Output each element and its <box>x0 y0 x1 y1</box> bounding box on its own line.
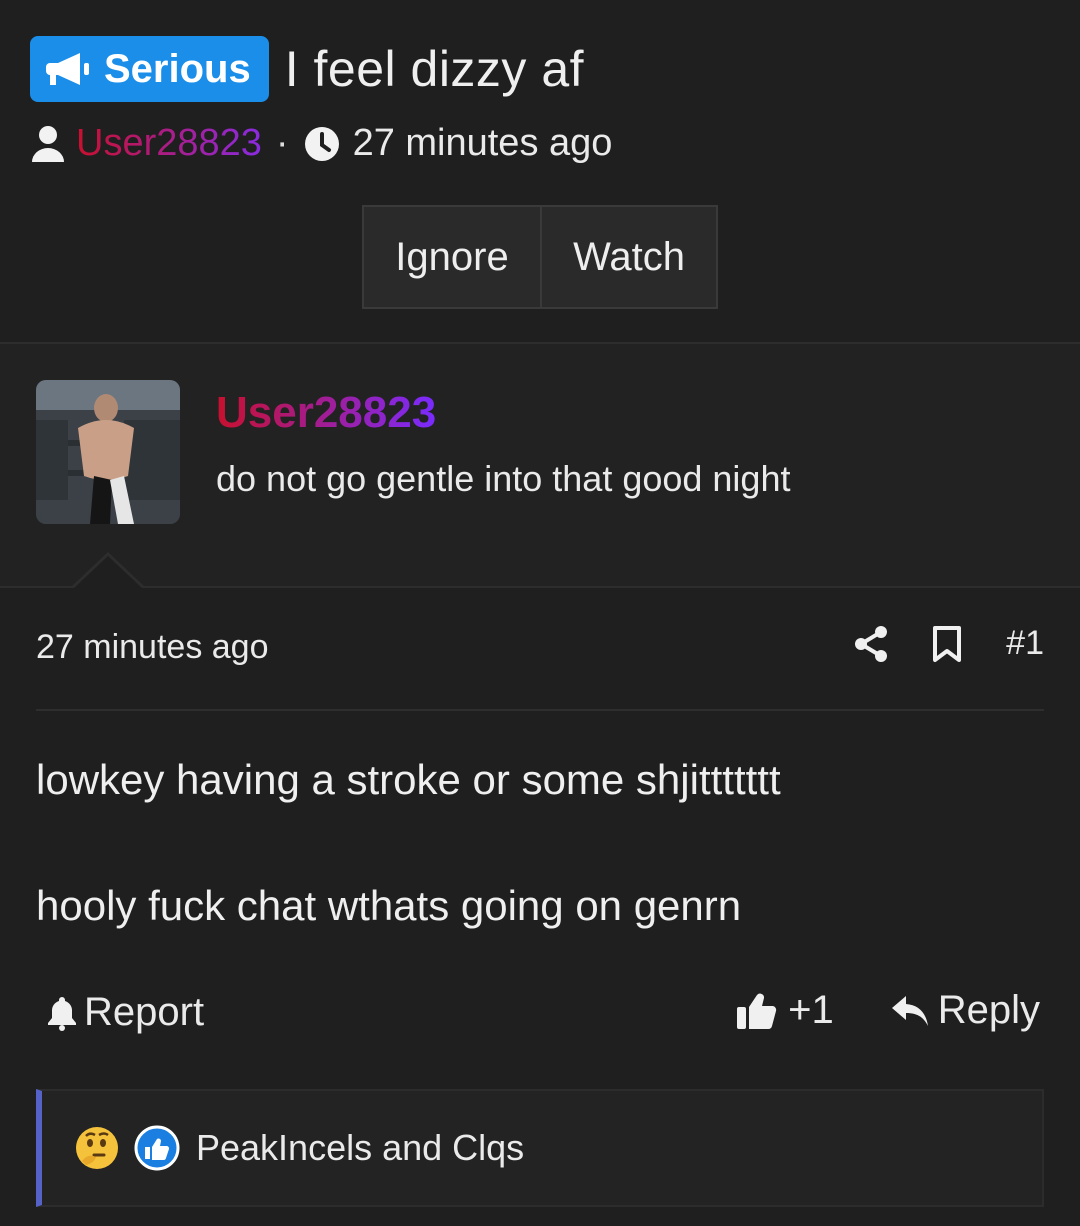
post-time[interactable]: 27 minutes ago <box>36 628 269 667</box>
post-author-block: User28823 do not go gentle into that goo… <box>0 344 1080 586</box>
post-number-link[interactable]: #1 <box>1006 624 1044 663</box>
bookmark-icon[interactable] <box>932 625 962 663</box>
user-icon <box>32 125 64 162</box>
prefix-label: Serious <box>104 46 251 91</box>
reply-button[interactable]: Reply <box>890 988 1040 1033</box>
reply-label: Reply <box>937 988 1040 1032</box>
post-body-line: hooly fuck chat wthats going on genrn <box>36 882 742 929</box>
like-count: +1 <box>788 988 834 1032</box>
ignore-button[interactable]: Ignore <box>362 205 542 309</box>
message-arrow-inner <box>74 556 142 588</box>
bell-icon <box>48 996 76 1031</box>
post-top-actions: #1 <box>854 624 1044 663</box>
thread-time[interactable]: 27 minutes ago <box>353 122 613 165</box>
share-icon[interactable] <box>854 625 888 663</box>
divider <box>36 709 1044 711</box>
megaphone-icon <box>46 53 89 85</box>
avatar-image <box>36 380 180 524</box>
like-reaction-icon <box>134 1125 180 1171</box>
thread-prefix-badge[interactable]: Serious <box>30 36 269 102</box>
meta-separator: · <box>275 122 289 164</box>
reactions-bar[interactable]: PeakIncels and Clqs <box>36 1089 1044 1207</box>
thumbs-up-icon <box>737 993 777 1029</box>
thread-author-link[interactable]: User28823 <box>76 122 262 165</box>
thread-title-row: Serious I feel dizzy af <box>30 36 584 102</box>
report-button[interactable]: Report <box>46 990 204 1035</box>
avatar[interactable] <box>36 380 180 524</box>
like-button[interactable]: +1 <box>736 988 834 1033</box>
post-author-name[interactable]: User28823 <box>216 388 436 438</box>
post-footer-actions: +1 Reply <box>736 988 1040 1033</box>
watch-button[interactable]: Watch <box>542 205 718 309</box>
post-body-line: lowkey having a stroke or some shjittttt… <box>36 756 781 803</box>
thread-title: I feel dizzy af <box>284 41 585 97</box>
thread-button-group: Ignore Watch <box>362 205 718 309</box>
thinking-emoji-icon <box>76 1127 118 1169</box>
reply-icon <box>891 995 928 1026</box>
reactions-summary: PeakIncels and Clqs <box>196 1127 525 1168</box>
thread-meta: User28823 · 27 minutes ago <box>30 122 612 165</box>
thread-header: Serious I feel dizzy af User28823 · 27 m… <box>0 0 1080 342</box>
clock-icon <box>304 126 339 161</box>
user-title: do not go gentle into that good night <box>216 458 791 499</box>
report-label: Report <box>84 990 205 1034</box>
divider <box>0 586 1080 588</box>
